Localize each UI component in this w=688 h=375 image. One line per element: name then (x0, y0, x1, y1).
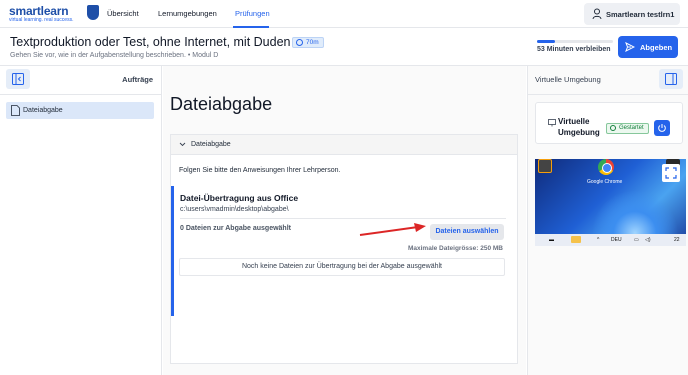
time-limit-value: 70m (306, 39, 319, 46)
user-icon (592, 8, 602, 20)
send-icon (625, 42, 635, 52)
monitor-icon (548, 119, 556, 127)
top-navigation: smartlearn virtual learning. real succes… (0, 0, 688, 28)
taskbar-app-icon[interactable]: ▬ (549, 237, 554, 243)
panel-expand-icon (665, 73, 677, 85)
submit-label: Abgeben (640, 43, 673, 52)
choose-files-button[interactable]: Dateien auswählen (430, 224, 504, 240)
user-name: Smartlearn testlrn1 (606, 10, 675, 19)
expand-panel-button[interactable] (659, 69, 683, 89)
tasks-title: Aufträge (122, 75, 153, 84)
file-icon (11, 105, 20, 116)
time-remaining: 53 Minuten verbleiben (537, 46, 611, 53)
transfer-title: Datei-Übertragung aus Office (180, 193, 299, 203)
nav-learning-environments[interactable]: Lernumgebungen (158, 9, 217, 18)
clock-icon (296, 39, 303, 46)
vm-title: Virtuelle Umgebung (558, 117, 600, 137)
taskbar-language: DEU (611, 237, 622, 243)
sidebar-collapse-icon (12, 73, 24, 85)
divider (0, 94, 162, 95)
brand-name: smartlearn (9, 4, 69, 18)
divider (180, 218, 506, 219)
power-button[interactable] (654, 120, 670, 136)
vm-status-text: Gestartet (619, 125, 644, 131)
time-progress-fill (537, 40, 556, 43)
divider (528, 94, 688, 95)
chevron-down-icon (179, 142, 186, 147)
max-file-size: Maximale Dateigrösse: 250 MB (407, 245, 503, 252)
status-icon (610, 125, 616, 131)
sidebar-item-label: Dateiabgabe (23, 107, 63, 114)
sidebar-item-file-submission[interactable]: Dateiabgabe (6, 102, 154, 119)
desktop-shortcut-icon[interactable] (538, 159, 552, 173)
nav-exams[interactable]: Prüfungen (235, 9, 270, 18)
accordion-title: Dateiabgabe (191, 141, 231, 148)
page-title: Textproduktion oder Test, ohne Internet,… (10, 35, 291, 49)
page-subtitle: Gehen Sie vor, wie in der Aufgabenstellu… (10, 52, 219, 59)
vm-desktop-preview[interactable]: Google Chrome (535, 159, 686, 244)
chrome-icon-label: Google Chrome (587, 179, 623, 185)
brand-tagline: virtual learning. real success. (9, 17, 74, 23)
empty-file-list: Noch keine Dateien zur Übertragung bei d… (179, 258, 505, 276)
fullscreen-icon (665, 167, 677, 179)
collapse-sidebar-button[interactable] (6, 69, 30, 89)
main-content: Dateiabgabe Dateiabgabe Folgen Sie bitte… (163, 66, 526, 375)
taskbar-clock: 22 (674, 237, 680, 243)
vm-status-badge: Gestartet (606, 123, 649, 134)
fullscreen-button[interactable] (662, 164, 680, 182)
vm-status-card: Virtuelle Umgebung Gestartet (535, 102, 683, 144)
accordion-header[interactable]: Dateiabgabe (171, 135, 517, 155)
time-limit-badge: 70m (292, 37, 324, 48)
panel-title: Virtuelle Umgebung (535, 75, 601, 84)
annotation-arrow-icon (359, 223, 426, 236)
transfer-path: c:\users\vmadmin\desktop\abgabe\ (180, 206, 289, 213)
file-submission-card: Dateiabgabe Folgen Sie bitte den Anweisu… (170, 134, 518, 364)
submit-button[interactable]: Abgeben (618, 36, 678, 58)
nav-overview[interactable]: Übersicht (107, 9, 139, 18)
user-menu-button[interactable]: Smartlearn testlrn1 (584, 3, 680, 25)
office-transfer-section: Datei-Übertragung aus Office c:\users\vm… (171, 186, 511, 316)
time-progress-bar (537, 40, 613, 43)
vm-taskbar: ▬ ^ DEU ▭ ◁) 22 (535, 234, 686, 246)
instruction-text: Folgen Sie bitte den Anweisungen Ihrer L… (179, 167, 341, 174)
monitor-icon[interactable]: ▭ (634, 237, 639, 243)
chevron-up-icon[interactable]: ^ (597, 237, 599, 243)
smartlearn-logo[interactable]: smartlearn virtual learning. real succes… (9, 4, 104, 24)
virtual-environment-panel: Virtuelle Umgebung Virtuelle Umgebung Ge… (527, 66, 688, 375)
power-icon (658, 124, 666, 132)
tasks-sidebar: Aufträge Dateiabgabe (0, 66, 162, 375)
folder-icon[interactable] (571, 236, 581, 243)
shield-logo-icon (87, 5, 99, 20)
chrome-icon[interactable] (598, 159, 614, 175)
speaker-icon[interactable]: ◁) (645, 237, 651, 243)
task-title: Dateiabgabe (170, 94, 273, 114)
selected-file-count: 0 Dateien zur Abgabe ausgewählt (180, 225, 291, 232)
